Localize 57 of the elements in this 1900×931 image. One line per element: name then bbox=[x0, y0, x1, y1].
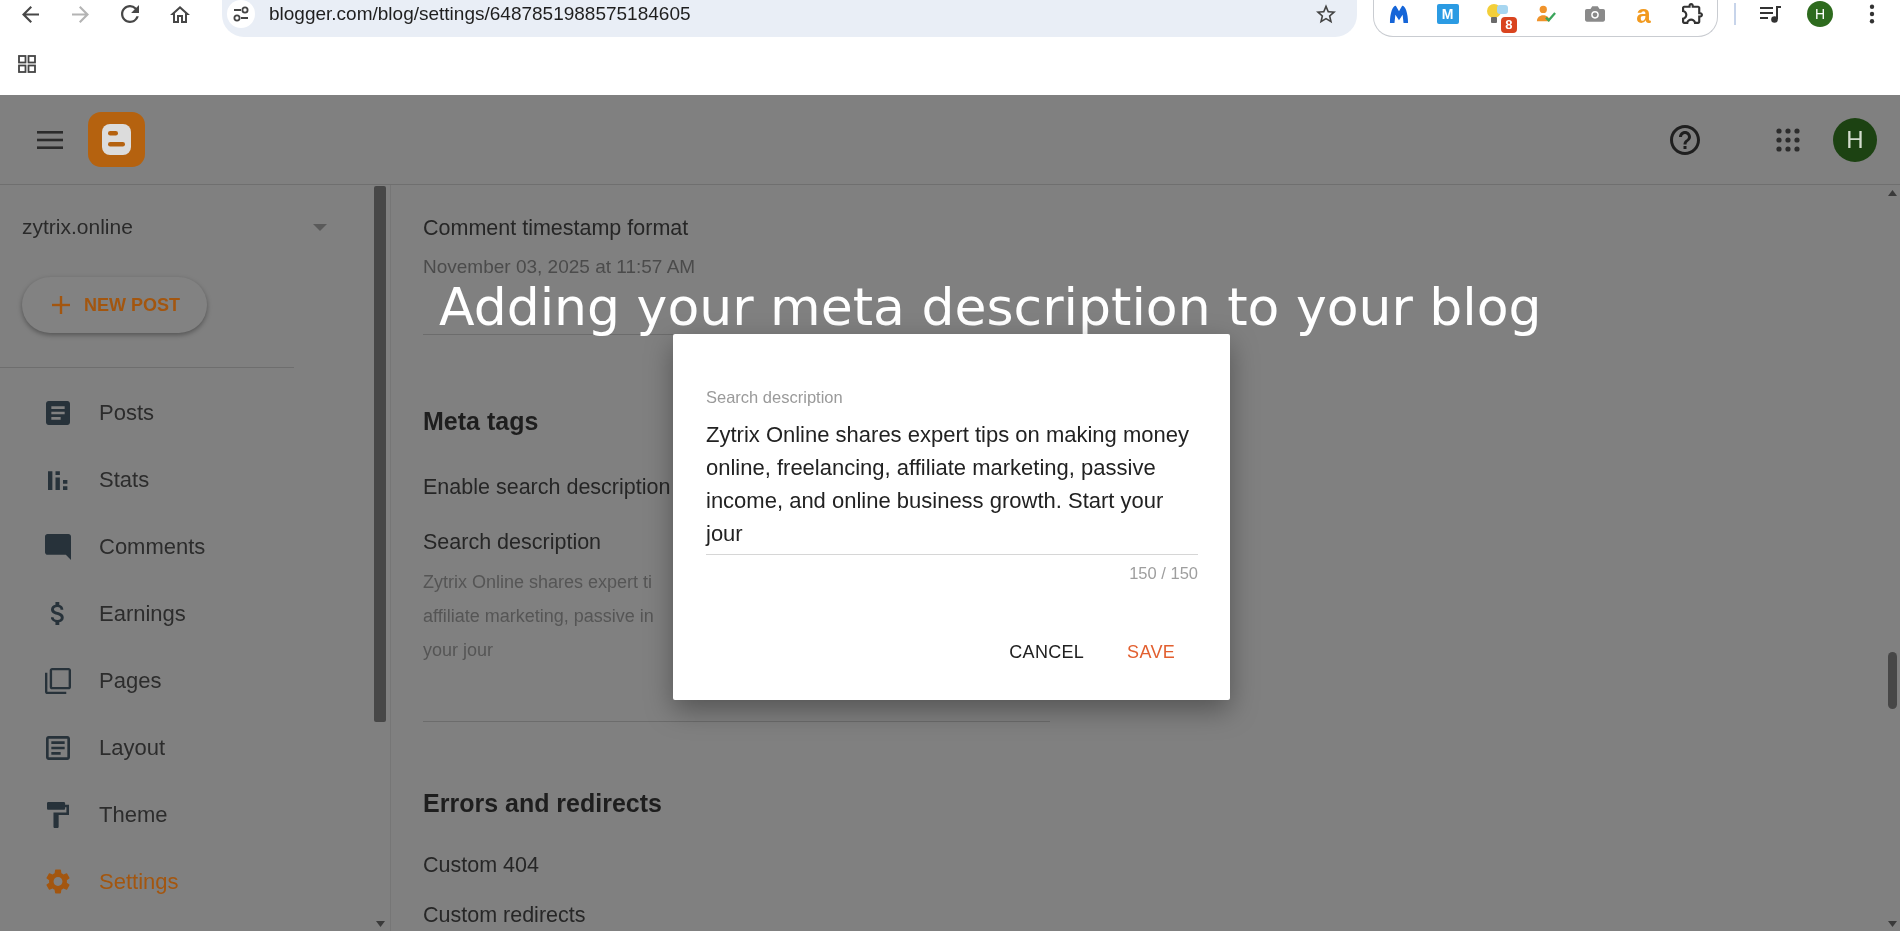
badge-count: 8 bbox=[1501, 16, 1517, 33]
sidebar-item[interactable]: Stats bbox=[45, 465, 150, 494]
settings-icon bbox=[46, 869, 70, 894]
save-button[interactable]: SAVE bbox=[1115, 634, 1187, 670]
document-icon bbox=[46, 400, 70, 425]
reload-icon[interactable] bbox=[121, 5, 139, 23]
scroll-down-icon[interactable] bbox=[375, 921, 385, 927]
address-bar[interactable]: blogger.com/blog/settings/6487851988575184605 bbox=[222, 0, 1357, 37]
letter-tile-icon[interactable]: M bbox=[1436, 3, 1459, 24]
section-heading: Meta tags bbox=[423, 406, 539, 436]
playlist-icon[interactable] bbox=[1760, 5, 1781, 23]
paint-roller-icon bbox=[47, 801, 69, 828]
bookmark-star-icon[interactable] bbox=[1316, 4, 1336, 24]
scrollbar-thumb[interactable] bbox=[374, 186, 386, 722]
bar-chart-icon bbox=[48, 469, 68, 490]
plus-icon bbox=[52, 296, 70, 314]
setting-title: Search description bbox=[423, 529, 602, 556]
more-menu-icon[interactable] bbox=[1869, 4, 1875, 24]
sidebar-item[interactable]: Earnings bbox=[45, 599, 186, 628]
camera-icon[interactable] bbox=[1584, 5, 1605, 22]
layout-icon bbox=[46, 735, 70, 760]
speech-bubble-icon bbox=[45, 533, 71, 560]
character-counter: 150 / 150 bbox=[1129, 564, 1198, 582]
app-logo-icon[interactable] bbox=[88, 112, 145, 167]
sidebar-item[interactable]: Comments bbox=[45, 532, 206, 561]
sidebar-item[interactable]: Theme bbox=[45, 800, 168, 829]
site-info-icon[interactable] bbox=[227, 0, 255, 28]
cancel-button[interactable]: CANCEL bbox=[997, 634, 1097, 670]
sidebar-item[interactable]: Posts bbox=[45, 398, 155, 427]
dollar-icon bbox=[51, 602, 65, 625]
url-text: blogger.com/blog/settings/6487851988575184605 bbox=[269, 2, 691, 26]
apps-grid-icon[interactable] bbox=[1776, 127, 1800, 152]
description-field[interactable]: Search description Zytrix Online shares expert tips on making money online, freelancing, affiliate marketing, passive income, and online business growth. Start your jour bbox=[706, 389, 1198, 555]
account-avatar[interactable]: H bbox=[1833, 117, 1877, 162]
profile-avatar[interactable]: H bbox=[1807, 1, 1833, 27]
setting-title: Custom 404 bbox=[423, 852, 539, 879]
puzzle-icon[interactable] bbox=[1682, 3, 1703, 24]
section-heading: Errors and redirects bbox=[423, 788, 662, 818]
pages-icon bbox=[45, 667, 71, 694]
menu-icon[interactable] bbox=[37, 130, 63, 149]
scroll-down-icon[interactable] bbox=[1887, 921, 1897, 927]
back-icon[interactable] bbox=[21, 5, 39, 23]
scroll-up-icon[interactable] bbox=[1887, 190, 1897, 196]
home-icon[interactable] bbox=[170, 5, 190, 23]
person-check-icon[interactable] bbox=[1534, 3, 1557, 24]
setting-title: Comment timestamp format bbox=[423, 215, 689, 242]
sidebar-item[interactable]: Layout bbox=[45, 733, 166, 762]
setting-title: Custom redirects bbox=[423, 902, 586, 929]
help-icon[interactable] bbox=[1670, 124, 1700, 155]
scrollbar-thumb[interactable] bbox=[1887, 652, 1897, 709]
apps-icon[interactable] bbox=[18, 55, 36, 73]
m-logo-icon[interactable] bbox=[1387, 4, 1410, 23]
setting-title: Enable search description bbox=[423, 474, 671, 501]
field-label: Search description bbox=[706, 389, 843, 406]
blog-name: zytrix.online bbox=[22, 214, 133, 241]
letter-icon[interactable]: a bbox=[1636, 1, 1651, 26]
sidebar-item[interactable]: Pages bbox=[45, 666, 162, 695]
